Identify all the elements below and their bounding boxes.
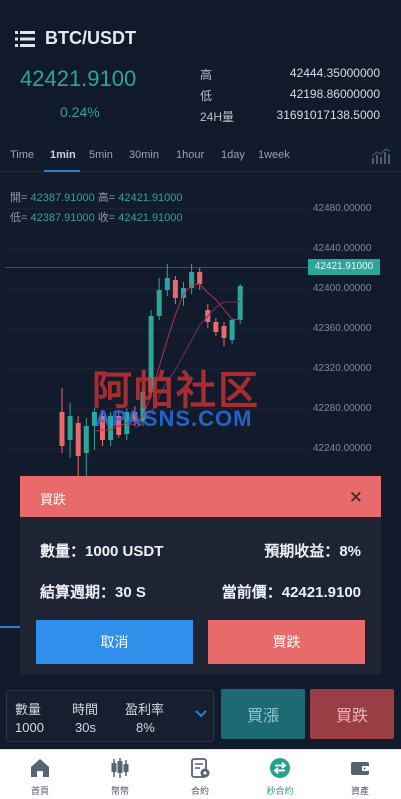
open-value: 42387.91000 xyxy=(30,192,95,204)
current-price: 42421.9100 xyxy=(20,66,137,91)
close-value: 42421.91000 xyxy=(118,212,183,224)
bottom-nav: 首頁 幣幣 合約 秒合約 資產 xyxy=(0,749,401,799)
nav-spot[interactable]: 幣幣 xyxy=(80,750,160,799)
header: BTC/USDT 42421.9100 0.24% 高 42444.350000… xyxy=(0,0,401,140)
candle-body xyxy=(229,320,235,340)
nav-home[interactable]: 首頁 xyxy=(0,750,80,799)
quantity-field: 數量：1000 USDT xyxy=(40,540,163,561)
candle-body xyxy=(221,326,227,338)
ohlc-row-1: 開= 42387.91000 高= 42421.91000 xyxy=(10,189,183,205)
nav-label-contract: 合約 xyxy=(190,786,209,796)
expected-label: 預期收益： xyxy=(264,543,340,560)
low-label: 低= xyxy=(10,212,28,224)
candle-body xyxy=(156,290,162,316)
nav-second-contract[interactable]: 秒合約 xyxy=(240,750,320,799)
high-label: 高= xyxy=(97,192,116,204)
current-price-tag: 42421.91000 xyxy=(308,259,380,275)
low-value: 42198.86000000 xyxy=(289,87,380,101)
nav-contract[interactable]: 合約 xyxy=(160,750,240,799)
candle-body xyxy=(197,272,203,284)
high-label: 高 xyxy=(200,68,213,82)
menu-icon[interactable] xyxy=(15,30,35,48)
candle-body xyxy=(59,412,65,446)
axis-label: 42280.00000 xyxy=(313,403,372,414)
axis-label: 42320.00000 xyxy=(313,363,372,374)
current-price-line xyxy=(5,267,308,268)
nav-label-home: 首頁 xyxy=(30,786,49,796)
nav-label-second-contract: 秒合約 xyxy=(266,786,294,796)
candle-body xyxy=(67,416,73,440)
modal-title: 買跌 xyxy=(40,492,67,507)
nav-assets[interactable]: 資產 xyxy=(320,750,400,799)
contract-icon xyxy=(191,758,210,778)
profit-rate-col-label: 盈利率 xyxy=(125,702,165,717)
candle-body xyxy=(181,288,186,298)
current-price-field: 當前價：42421.9100 xyxy=(222,581,361,602)
ohlc-row-2: 低= 42387.91000 收= 42421.91000 xyxy=(10,209,183,225)
chart-edge-marker xyxy=(0,626,22,628)
home-icon xyxy=(31,759,49,777)
candle-body xyxy=(172,280,178,298)
high-value: 42421.91000 xyxy=(118,192,183,204)
modal-header: 買跌 ✕ xyxy=(20,476,381,517)
buy-down-button[interactable]: 買跌 xyxy=(310,689,394,739)
nav-label-spot: 幣幣 xyxy=(110,786,129,796)
period-label: 結算週期： xyxy=(40,584,116,601)
watermark-url: APASNS.COM xyxy=(95,406,253,431)
candle-body xyxy=(75,423,81,456)
buy-up-button[interactable]: 買漲 xyxy=(221,689,305,739)
profit-rate-col-value: 8% xyxy=(136,720,155,735)
axis-label: 42360.00000 xyxy=(313,323,372,334)
period-value: 30 S xyxy=(115,584,146,601)
cancel-button[interactable]: 取消 xyxy=(36,620,193,664)
close-label: 收= xyxy=(97,212,116,224)
quantity-col-value: 1000 xyxy=(15,720,44,735)
quantity-col-label: 數量 xyxy=(15,702,42,717)
trade-bar: 數量 1000 時間 30s 盈利率 8% 買漲 買跌 xyxy=(0,685,401,749)
pair-title[interactable]: BTC/USDT xyxy=(45,28,136,49)
low-label: 低 xyxy=(200,89,213,103)
candlestick-icon xyxy=(111,758,129,778)
period-field: 結算週期：30 S xyxy=(40,581,146,602)
chevron-down-icon[interactable] xyxy=(195,709,207,719)
candle-body xyxy=(213,322,219,332)
order-params-selector[interactable]: 數量 1000 時間 30s 盈利率 8% xyxy=(6,690,214,742)
low-value: 42387.91000 xyxy=(30,212,95,224)
time-col-value: 30s xyxy=(75,720,96,735)
confirm-buy-down-button[interactable]: 買跌 xyxy=(208,620,365,664)
axis-label: 42480.00000 xyxy=(313,203,372,214)
candle-body xyxy=(237,286,243,320)
candle-body xyxy=(83,426,89,453)
expected-field: 預期收益：8% xyxy=(264,540,361,561)
quantity-value: 1000 USDT xyxy=(85,543,164,560)
high-value: 42444.35000000 xyxy=(289,66,380,80)
wallet-icon xyxy=(351,762,369,775)
time-col-label: 時間 xyxy=(72,702,99,717)
order-confirm-modal: 買跌 ✕ 數量：1000 USDT 預期收益：8% 結算週期：30 S 當前價：… xyxy=(20,476,381,674)
volume-value: 31691017138.5000 xyxy=(276,108,380,122)
axis-label: 42400.00000 xyxy=(313,283,372,294)
close-icon[interactable]: ✕ xyxy=(349,488,363,508)
nav-label-assets: 資產 xyxy=(350,786,369,796)
price-change: 0.24% xyxy=(60,104,100,120)
volume-label: 24H量 xyxy=(200,110,235,124)
candle-body xyxy=(164,278,170,290)
current-label: 當前價： xyxy=(221,584,282,601)
quantity-label: 數量： xyxy=(40,543,86,560)
axis-label: 42240.00000 xyxy=(313,443,372,454)
axis-label: 42440.00000 xyxy=(313,243,372,254)
open-label: 開= xyxy=(10,192,28,204)
current-value: 42421.9100 xyxy=(281,584,361,601)
swap-icon xyxy=(270,758,290,778)
expected-value: 8% xyxy=(339,543,361,560)
